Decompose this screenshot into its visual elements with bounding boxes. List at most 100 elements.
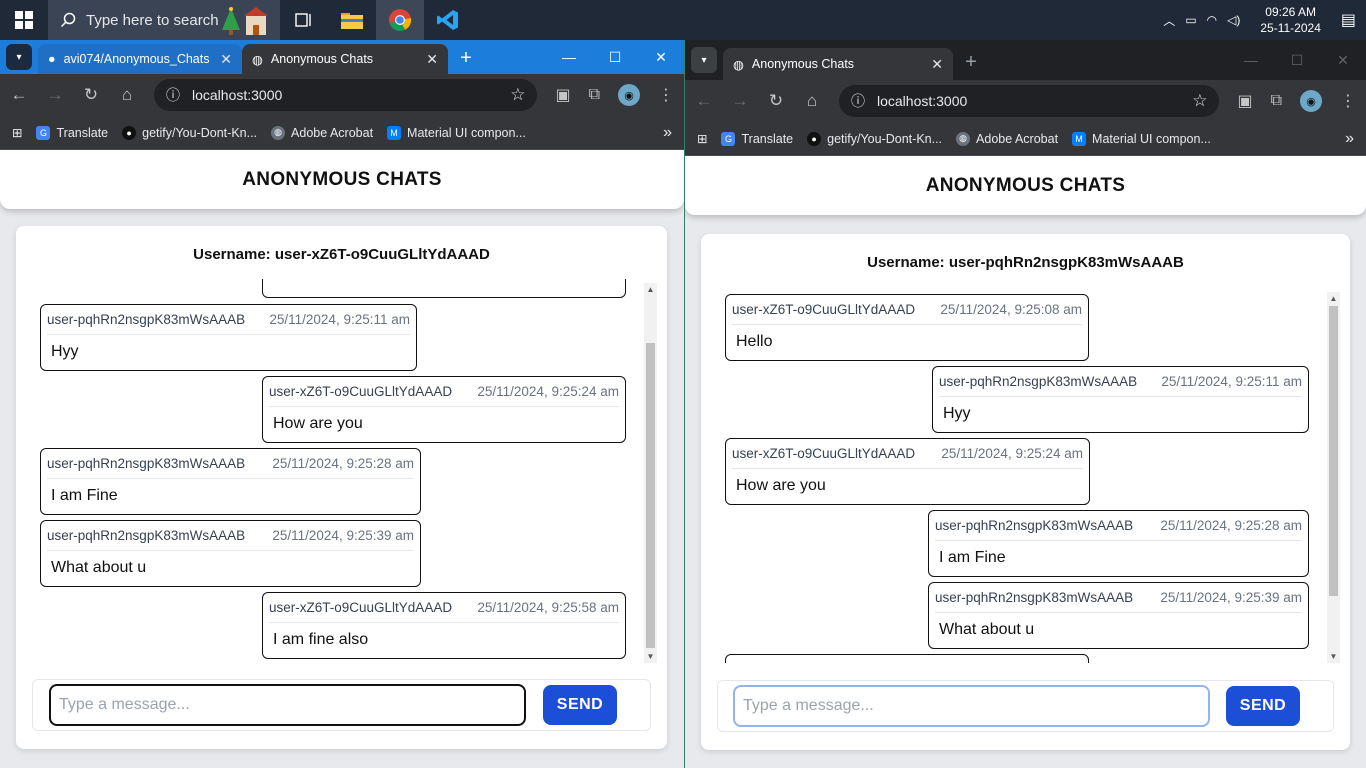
battery-icon[interactable]: ▭	[1185, 13, 1196, 27]
tab-search-button[interactable]: ▾	[6, 44, 32, 70]
scroll-down-icon[interactable]: ▼	[644, 650, 657, 663]
site-info-icon[interactable]: ⓘ	[166, 85, 180, 105]
message-text: I am Fine	[51, 487, 118, 504]
globe-icon: ◍	[252, 52, 263, 67]
message-list[interactable]: user-xZ6T-o9CuuGLltYdAAAD 25/11/2024, 9:2…	[721, 292, 1331, 663]
chevron-up-icon[interactable]: ︿	[1163, 12, 1175, 29]
scrollbar-thumb[interactable]	[1329, 306, 1338, 596]
menu-kebab-icon[interactable]: ⋮	[658, 85, 674, 105]
extensions-icon[interactable]: ⧉	[1271, 92, 1282, 110]
extensions-icon[interactable]: ⧉	[589, 86, 600, 104]
profile-avatar[interactable]: ◉	[1300, 90, 1322, 112]
url-text: localhost:3000	[877, 93, 968, 109]
close-icon[interactable]: ✕	[1320, 52, 1366, 69]
github-icon: ●	[122, 125, 137, 140]
bookmark-material-ui[interactable]: M Material UI compon...	[387, 125, 526, 140]
apps-grid-icon[interactable]: ⊞	[697, 131, 707, 146]
chrome-icon[interactable]	[376, 0, 424, 40]
task-view-icon[interactable]	[280, 0, 328, 40]
forward-icon[interactable]: →	[46, 85, 64, 105]
close-tab-icon[interactable]: ✕	[220, 51, 232, 68]
home-icon[interactable]: ⌂	[803, 91, 821, 111]
message-username: user-pqhRn2nsgpK83mWsAAAB	[935, 518, 1134, 533]
taskbar-search-placeholder: Type here to search	[86, 11, 219, 29]
scroll-up-icon[interactable]: ▲	[1327, 292, 1340, 305]
bookmark-star-icon[interactable]: ☆	[1192, 91, 1207, 111]
send-button[interactable]: SEND	[543, 685, 617, 725]
message-input[interactable]: Type a message...	[733, 685, 1210, 727]
username-label: Username: user-pqhRn2nsgpK83mWsAAAB	[867, 254, 1184, 271]
reload-icon[interactable]: ↻	[82, 85, 100, 105]
bookmark-label: Translate	[56, 125, 109, 140]
message-bubble: user-pqhRn2nsgpK83mWsAAAB 25/11/2024, 9:2…	[932, 366, 1309, 433]
translate-icon: G	[36, 125, 51, 140]
start-button[interactable]	[0, 0, 48, 40]
message-username: user-pqhRn2nsgpK83mWsAAAB	[47, 528, 246, 543]
new-tab-button[interactable]: +	[953, 51, 989, 74]
bookmark-adobe[interactable]: ◍ Adobe Acrobat	[956, 131, 1058, 146]
wifi-icon[interactable]: ◠	[1207, 13, 1217, 27]
tab-anonymous-chats[interactable]: ◍ Anonymous Chats ✕	[723, 48, 953, 80]
address-bar[interactable]: ⓘ localhost:3000 ☆	[154, 79, 538, 111]
tab-search-button[interactable]: ▾	[691, 47, 717, 73]
message-input[interactable]: Type a message...	[49, 684, 526, 726]
send-button[interactable]: SEND	[1226, 686, 1300, 726]
clock[interactable]: 09:26 AM 25-11-2024	[1260, 4, 1321, 36]
minimize-icon[interactable]: —	[1228, 52, 1274, 68]
tab-anonymous-chats[interactable]: ◍ Anonymous Chats ✕	[242, 44, 448, 74]
forward-icon[interactable]: →	[731, 91, 749, 111]
bookmark-translate[interactable]: G Translate	[36, 125, 109, 140]
clock-time: 09:26 AM	[1265, 5, 1316, 19]
taskbar: Type here to search ︿ ▭ ◠ ◁) 09:26 AM 25…	[0, 0, 1366, 40]
tab-github[interactable]: ● avi074/Anonymous_Chats ✕	[38, 44, 242, 74]
site-info-icon[interactable]: ⓘ	[851, 91, 865, 111]
back-icon[interactable]: ←	[695, 91, 713, 111]
more-bookmarks-icon[interactable]: »	[1345, 130, 1354, 148]
scroll-up-icon[interactable]: ▲	[644, 283, 657, 296]
tab-label: Anonymous Chats	[270, 52, 374, 66]
menu-kebab-icon[interactable]: ⋮	[1340, 91, 1356, 111]
bookmark-adobe[interactable]: ◍ Adobe Acrobat	[271, 125, 373, 140]
browser-toolbar: ← → ↻ ⌂ ⓘ localhost:3000 ☆ ▣ ⧉ ◉ ⋮	[685, 80, 1366, 122]
new-tab-button[interactable]: +	[448, 47, 484, 70]
apps-grid-icon[interactable]: ⊞	[12, 125, 22, 140]
message-text: Hello	[736, 333, 773, 350]
bookmark-getify[interactable]: ● getify/You-Dont-Kn...	[122, 125, 257, 140]
message-timestamp: 25/11/2024, 9:25:08 am	[940, 302, 1082, 317]
bookmark-translate[interactable]: G Translate	[721, 131, 793, 146]
message-input-bar: Type a message... SEND	[32, 679, 651, 731]
window-controls: — ☐ ✕	[1228, 40, 1366, 80]
address-bar[interactable]: ⓘ localhost:3000 ☆	[839, 85, 1220, 117]
message-scrollbar[interactable]: ▲ ▼	[1327, 292, 1340, 663]
more-bookmarks-icon[interactable]: »	[663, 124, 672, 142]
back-icon[interactable]: ←	[10, 85, 28, 105]
bookmark-getify[interactable]: ● getify/You-Dont-Kn...	[807, 131, 942, 146]
screencast-icon[interactable]: ▣	[1237, 91, 1252, 111]
screencast-icon[interactable]: ▣	[555, 85, 570, 105]
minimize-icon[interactable]: —	[546, 49, 592, 65]
scrollbar-thumb[interactable]	[646, 343, 655, 648]
clock-date: 25-11-2024	[1260, 21, 1321, 35]
home-icon[interactable]: ⌂	[118, 85, 136, 105]
vscode-icon[interactable]	[424, 0, 472, 40]
bookmark-star-icon[interactable]: ☆	[510, 85, 525, 105]
message-bubble: user-pqhRn2nsgpK83mWsAAAB 25/11/2024, 9:2…	[40, 448, 421, 515]
scroll-down-icon[interactable]: ▼	[1327, 650, 1340, 663]
message-list[interactable]: user-pqhRn2nsgpK83mWsAAAB 25/11/2024, 9:2…	[36, 279, 646, 659]
message-text: How are you	[736, 477, 826, 494]
globe-icon: ◍	[271, 125, 286, 140]
message-scrollbar[interactable]: ▲ ▼	[644, 283, 657, 663]
close-tab-icon[interactable]: ✕	[931, 56, 943, 73]
close-icon[interactable]: ✕	[638, 49, 684, 66]
close-tab-icon[interactable]: ✕	[426, 51, 438, 68]
file-explorer-icon[interactable]	[328, 0, 376, 40]
notifications-icon[interactable]: ▤	[1341, 10, 1356, 30]
taskbar-search[interactable]: Type here to search	[48, 0, 280, 40]
maximize-icon[interactable]: ☐	[1274, 52, 1320, 69]
profile-avatar[interactable]: ◉	[618, 84, 640, 106]
reload-icon[interactable]: ↻	[767, 91, 785, 111]
maximize-icon[interactable]: ☐	[592, 49, 638, 66]
bookmark-material-ui[interactable]: M Material UI compon...	[1072, 131, 1211, 146]
message-username: user-pqhRn2nsgpK83mWsAAAB	[47, 456, 246, 471]
speaker-icon[interactable]: ◁)	[1227, 13, 1240, 27]
